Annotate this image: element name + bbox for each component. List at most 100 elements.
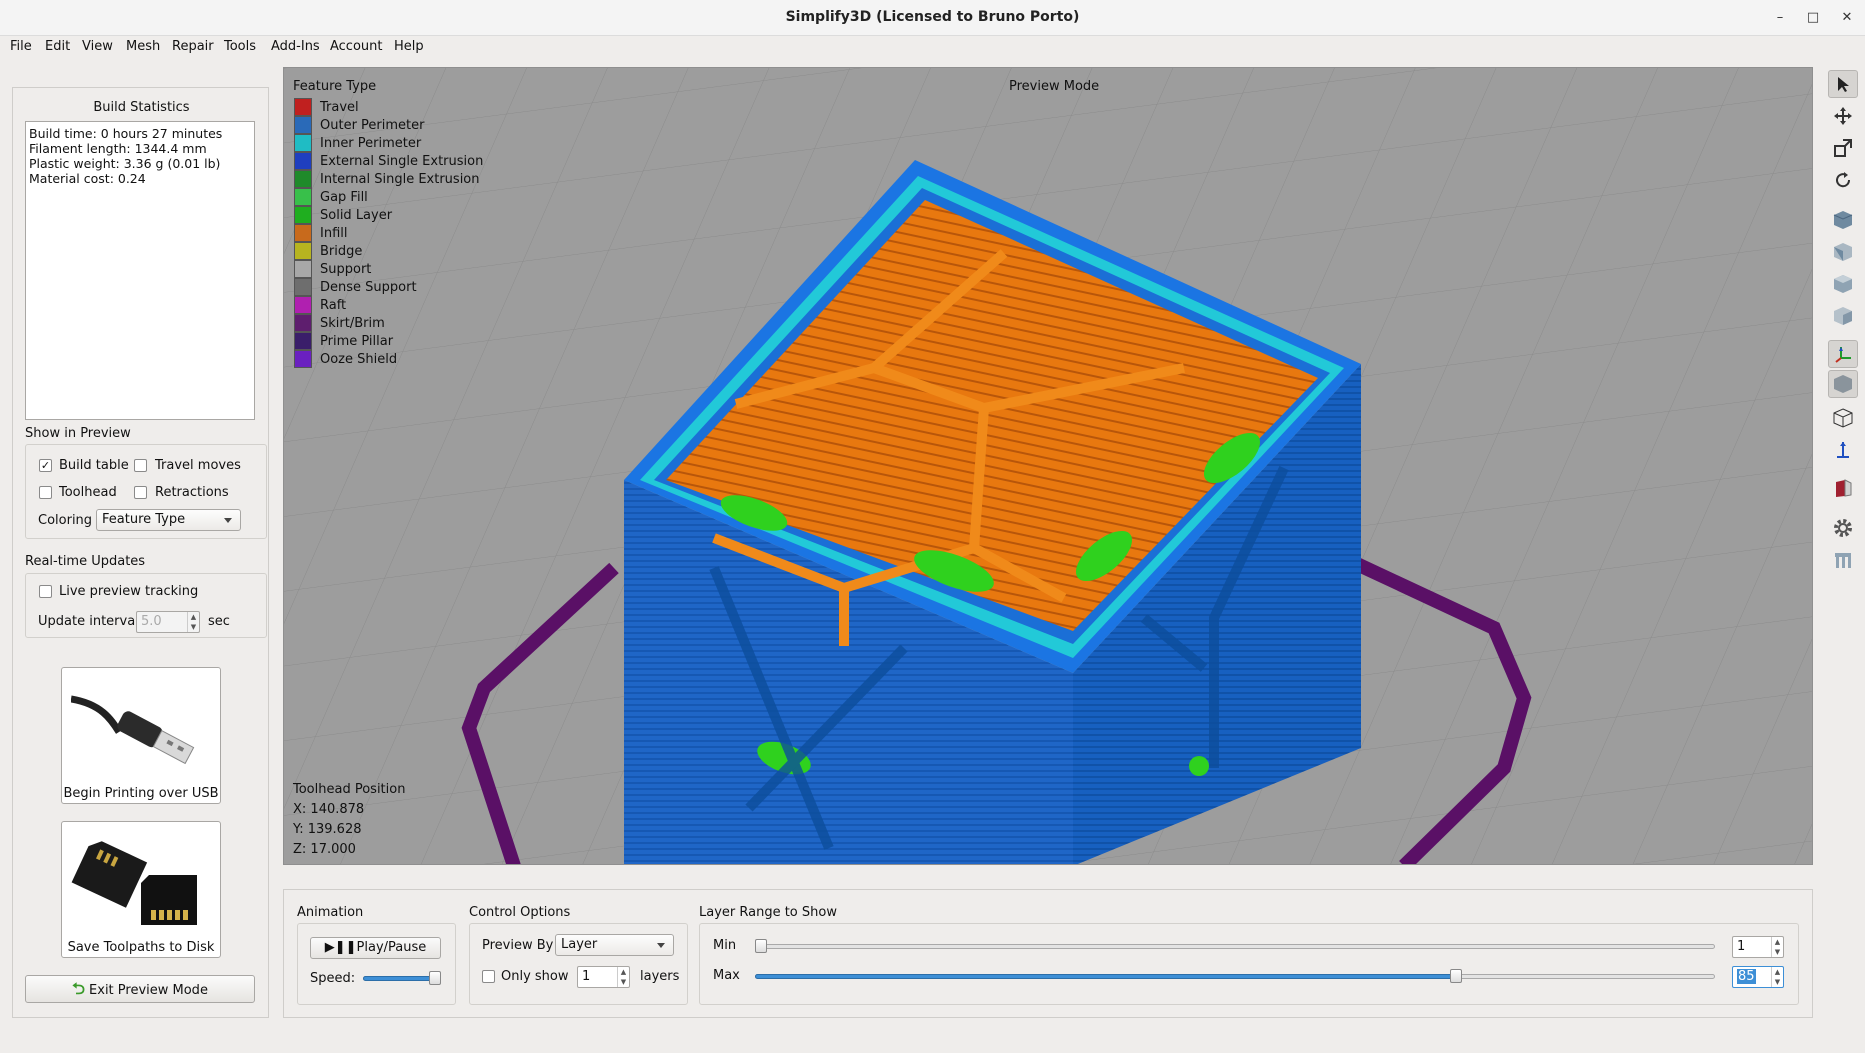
legend-swatch (294, 224, 312, 242)
menu-help[interactable]: Help (394, 39, 424, 54)
menu-account[interactable]: Account (330, 39, 383, 54)
view-top-icon[interactable] (1828, 270, 1858, 298)
menu-file[interactable]: File (10, 39, 32, 54)
menu-view[interactable]: View (82, 39, 113, 54)
close-button[interactable]: ✕ (1832, 6, 1862, 30)
live-preview-checkbox[interactable] (39, 585, 52, 598)
layers-label: layers (640, 969, 680, 984)
toolhead-y: Y: 139.628 (293, 822, 362, 837)
animation-group: ▶❚❚Play/Pause Speed: (297, 923, 456, 1005)
retractions-label: Retractions (155, 485, 229, 500)
legend-label: Support (320, 262, 372, 277)
save-toolpaths-button[interactable]: Save Toolpaths to Disk (61, 821, 221, 958)
spin-arrows-icon: ▲ ▼ (1771, 937, 1783, 957)
select-tool-icon[interactable] (1828, 70, 1858, 98)
min-slider-track[interactable] (755, 944, 1715, 949)
max-layer-input[interactable]: 85 ▲ ▼ (1732, 966, 1784, 988)
back-arrow-icon: ⮌ (72, 979, 85, 998)
min-layer-value: 1 (1737, 939, 1746, 954)
menu-edit[interactable]: Edit (45, 39, 70, 54)
preview-by-select[interactable]: Layer (555, 934, 674, 956)
update-interval-input[interactable]: 5.0 ▲ ▼ (136, 611, 200, 633)
bottom-panel: Animation ▶❚❚Play/Pause Speed: Control O… (283, 889, 1813, 1018)
legend-swatch (294, 152, 312, 170)
toolhead-label: Toolhead (59, 485, 117, 500)
view-front-icon[interactable] (1828, 238, 1858, 266)
spin-arrows-icon: ▲ ▼ (1771, 967, 1783, 987)
view-iso-icon[interactable] (1828, 206, 1858, 234)
min-slider-handle[interactable] (755, 939, 767, 953)
menu-mesh[interactable]: Mesh (126, 39, 160, 54)
legend-swatch (294, 134, 312, 152)
legend-label: Raft (320, 298, 347, 313)
filament-length: Filament length: 1344.4 mm (29, 141, 207, 156)
chevron-down-icon (224, 518, 232, 523)
legend-label: Outer Perimeter (320, 118, 425, 133)
max-slider-handle[interactable] (1449, 969, 1462, 983)
only-show-label: Only show (501, 969, 569, 984)
menu-add-ins[interactable]: Add-Ins (271, 39, 320, 54)
support-tool-icon[interactable] (1828, 546, 1858, 574)
play-pause-label: Play/Pause (356, 940, 427, 955)
coloring-value: Feature Type (102, 512, 186, 527)
show-in-preview-heading: Show in Preview (25, 426, 131, 441)
maximize-button[interactable]: □ (1798, 6, 1828, 30)
min-layer-input[interactable]: 1 ▲ ▼ (1732, 936, 1784, 958)
solid-view-icon[interactable] (1828, 370, 1858, 398)
rotate-tool-icon[interactable] (1828, 166, 1858, 194)
build-table-label: Build table (59, 458, 129, 473)
scale-tool-icon[interactable] (1828, 134, 1858, 162)
legend-swatch (294, 314, 312, 332)
travel-moves-checkbox[interactable] (134, 459, 147, 472)
view-side-icon[interactable] (1828, 302, 1858, 330)
speed-slider-handle[interactable] (429, 971, 441, 985)
move-tool-icon[interactable] (1828, 102, 1858, 130)
toolhead-position-heading: Toolhead Position (293, 782, 406, 797)
exit-preview-label: Exit Preview Mode (89, 983, 208, 998)
legend-label: Dense Support (320, 280, 417, 295)
max-label: Max (713, 968, 740, 983)
minimize-button[interactable]: – (1765, 6, 1795, 30)
toolhead-checkbox[interactable] (39, 486, 52, 499)
legend-swatch (294, 296, 312, 314)
exit-preview-button[interactable]: ⮌ Exit Preview Mode (25, 975, 255, 1003)
wireframe-icon[interactable] (1828, 404, 1858, 432)
only-show-checkbox[interactable] (482, 970, 495, 983)
min-label: Min (713, 938, 737, 953)
max-layer-value: 85 (1737, 969, 1756, 984)
legend-swatch (294, 98, 312, 116)
coloring-select[interactable]: Feature Type (96, 509, 241, 531)
build-table-checkbox[interactable]: ✓ (39, 459, 52, 472)
cross-section-icon[interactable] (1828, 474, 1858, 502)
plastic-weight: Plastic weight: 3.36 g (0.01 lb) (29, 156, 221, 171)
legend-swatch (294, 206, 312, 224)
only-show-layers-input[interactable]: 1 ▲ ▼ (577, 966, 630, 988)
usb-button-label: Begin Printing over USB (63, 786, 219, 801)
begin-printing-usb-button[interactable]: Begin Printing over USB (61, 667, 221, 804)
build-statistics-box: Build time: 0 hours 27 minutes Filament … (25, 121, 255, 420)
legend-label: Travel (320, 100, 359, 115)
sd-card-icon (71, 841, 197, 925)
update-interval-unit: sec (208, 614, 230, 629)
retractions-checkbox[interactable] (134, 486, 147, 499)
menu-tools[interactable]: Tools (224, 39, 256, 54)
axes-icon[interactable] (1828, 340, 1858, 368)
menu-repair[interactable]: Repair (172, 39, 214, 54)
normals-icon[interactable] (1828, 436, 1858, 464)
play-pause-button[interactable]: ▶❚❚Play/Pause (310, 937, 441, 959)
settings-gear-icon[interactable] (1828, 514, 1858, 542)
legend-label: Infill (320, 226, 348, 241)
build-time: Build time: 0 hours 27 minutes (29, 126, 223, 141)
legend-label: Inner Perimeter (320, 136, 422, 151)
live-preview-label: Live preview tracking (59, 584, 199, 599)
legend-swatch (294, 260, 312, 278)
only-show-layers-value: 1 (582, 969, 591, 984)
preview-viewport[interactable]: Feature Type Preview Mode Travel Outer Pe… (283, 67, 1813, 865)
realtime-updates-group: Live preview tracking Update interval 5.… (25, 573, 267, 638)
menu-bar: File Edit View Mesh Repair Tools Add-Ins… (0, 36, 1865, 58)
preview-by-value: Layer (561, 937, 598, 952)
max-slider-fill (755, 974, 1456, 979)
legend-swatch (294, 278, 312, 296)
preview-mode-label: Preview Mode (1009, 79, 1100, 94)
title-bar: Simplify3D (Licensed to Bruno Porto) – □… (0, 0, 1865, 36)
